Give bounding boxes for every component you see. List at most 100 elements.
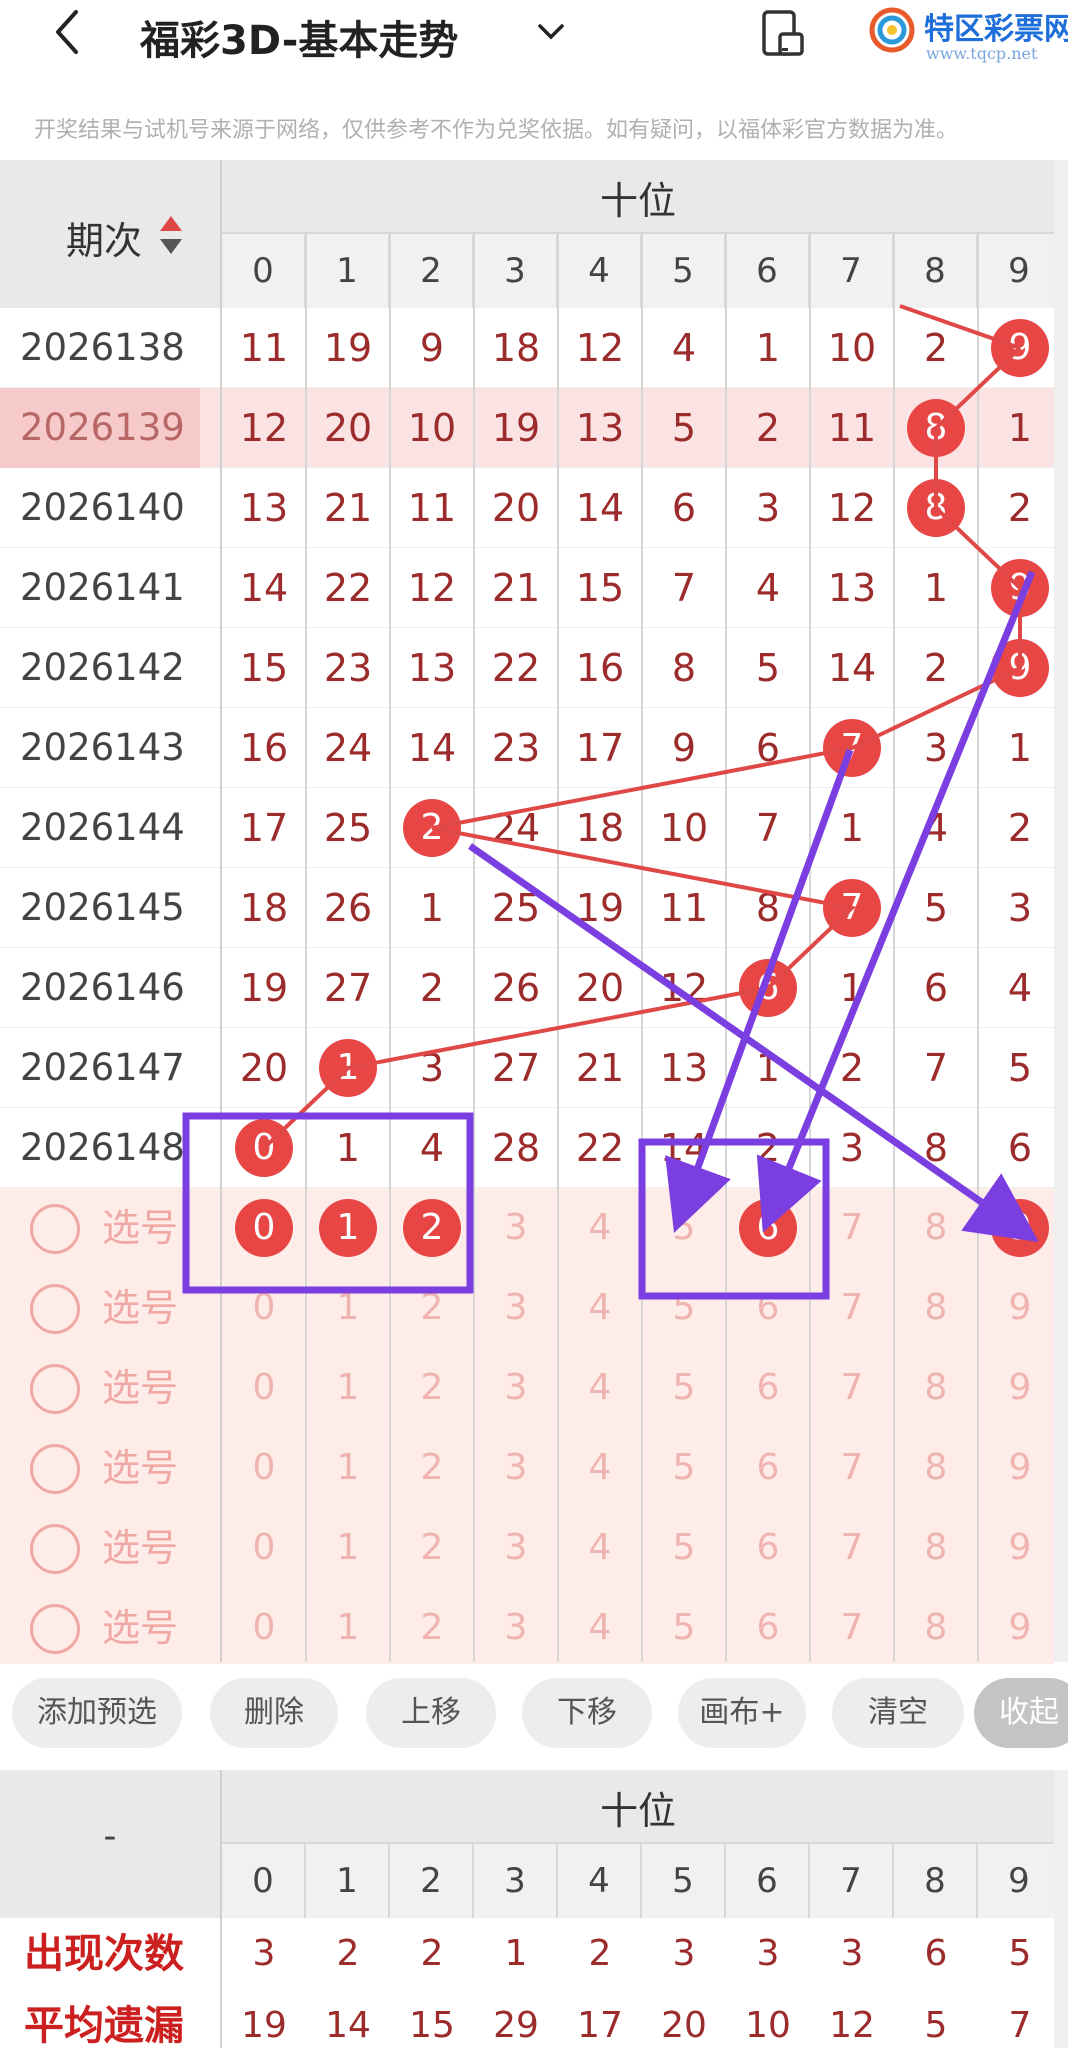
pick-digit[interactable]: 8 [894,1268,978,1348]
pick-digit[interactable]: 2 [390,1508,474,1588]
column-divider [557,234,559,1662]
pick-digit[interactable]: 1 [306,1588,390,1668]
pick-digit[interactable]: 3 [474,1348,558,1428]
pick-digit[interactable]: 5 [642,1508,726,1588]
pick-digit[interactable]: 0 [222,1348,306,1428]
selected-pick-ball[interactable]: 6 [739,1199,797,1257]
pick-digit[interactable]: 5 [642,1588,726,1668]
pick-digit[interactable]: 7 [810,1348,894,1428]
pick-digit[interactable]: 7 [810,1268,894,1348]
scroll-edge [1054,1770,1068,2048]
pick-digit[interactable]: 6 [726,1268,810,1348]
pick-digit[interactable]: 4 [558,1268,642,1348]
pick-digit[interactable]: 1 [306,1508,390,1588]
pick-digit[interactable]: 9 [978,1428,1062,1508]
pick-digit[interactable]: 3 [474,1188,558,1268]
pick-digit[interactable]: 0 [222,1268,306,1348]
pick-radio[interactable] [30,1604,80,1654]
miss-count: 2 [755,406,781,450]
selected-pick-ball[interactable]: 2 [403,1199,461,1257]
column-divider [305,234,307,1662]
selected-pick-ball[interactable]: 1 [319,1199,377,1257]
miss-count: 4 [923,806,949,850]
pick-digit[interactable]: 4 [558,1428,642,1508]
pick-digit[interactable]: 9 [978,1268,1062,1348]
pick-digit[interactable]: 5 [642,1268,726,1348]
pick-digit[interactable]: 1 [306,1348,390,1428]
canvas-add-button[interactable]: 画布+ [678,1678,806,1748]
issue-column-header[interactable]: 期次 [0,160,220,308]
miss-count: 3 [419,1046,445,1090]
pick-digit[interactable]: 2 [390,1268,474,1348]
pick-digit[interactable]: 3 [474,1268,558,1348]
clear-button[interactable]: 清空 [832,1678,964,1748]
pick-digit[interactable]: 5 [642,1428,726,1508]
table-row: 2026140 13 21 11 20 14 6 3 12 8 2 [0,468,1054,548]
pick-digit[interactable]: 1 [306,1268,390,1348]
pick-radio[interactable] [30,1524,80,1574]
pick-digit[interactable]: 2 [390,1588,474,1668]
table-row: 2026143 16 24 14 23 17 9 6 7 3 1 [0,708,1054,788]
pick-digit[interactable]: 0 [222,1428,306,1508]
pick-digit[interactable]: 3 [474,1588,558,1668]
miss-count: 17 [575,726,625,770]
chevron-down-icon[interactable] [534,14,568,48]
pick-digit[interactable]: 8 [894,1348,978,1428]
pick-digit[interactable]: 3 [474,1428,558,1508]
pick-radio[interactable] [30,1204,80,1254]
pick-digit[interactable]: 4 [558,1188,642,1268]
digit-header: 6 [726,234,810,308]
pick-digit[interactable]: 0 [222,1588,306,1668]
tens-group-label: 十位 [599,179,676,223]
move-down-button[interactable]: 下移 [522,1678,652,1748]
pick-digit[interactable]: 7 [810,1428,894,1508]
pick-digit[interactable]: 8 [894,1508,978,1588]
move-up-button[interactable]: 上移 [366,1678,496,1748]
selected-pick-ball[interactable]: 9 [991,1199,1049,1257]
pick-digit[interactable]: 7 [810,1588,894,1668]
pick-digit[interactable]: 4 [558,1508,642,1588]
pick-digit[interactable]: 3 [474,1508,558,1588]
pick-digit[interactable]: 6 [726,1428,810,1508]
add-preselect-button[interactable]: 添加预选 [12,1678,182,1748]
sort-icon[interactable] [158,212,184,258]
pick-digit[interactable]: 8 [894,1588,978,1668]
miss-count: 2 [923,326,949,370]
selected-pick-ball[interactable]: 0 [235,1199,293,1257]
pick-digit[interactable]: 8 [894,1428,978,1508]
pick-radio[interactable] [30,1364,80,1414]
pick-label: 选号 [102,1526,179,1570]
pick-digit[interactable]: 7 [810,1188,894,1268]
stats-digit-header: 0 [222,1844,306,1918]
collapse-button[interactable]: 收起 [974,1678,1068,1748]
back-arrow-icon[interactable] [48,4,98,64]
pick-radio[interactable] [30,1284,80,1334]
delete-button[interactable]: 删除 [210,1678,338,1748]
miss-count: 2 [419,966,445,1010]
pick-radio[interactable] [30,1444,80,1494]
pick-digit[interactable]: 0 [222,1508,306,1588]
pick-digit[interactable]: 9 [978,1508,1062,1588]
hit-ball: 9 [991,319,1049,377]
miss-count: 13 [239,486,289,530]
pick-digit[interactable]: 4 [558,1348,642,1428]
pick-digit[interactable]: 8 [894,1188,978,1268]
pick-digit[interactable]: 1 [306,1428,390,1508]
pick-digit[interactable]: 6 [726,1588,810,1668]
pick-digit[interactable]: 6 [726,1508,810,1588]
pick-digit[interactable]: 2 [390,1348,474,1428]
pick-digit[interactable]: 9 [978,1348,1062,1428]
pick-digit[interactable]: 2 [390,1428,474,1508]
hit-ball: 0 [235,1119,293,1177]
stats-value: 5 [924,2005,948,2046]
site-logo: 特区彩票网 www.tqcp.net [868,2,1068,66]
pick-digit[interactable]: 9 [978,1588,1062,1668]
pick-digit[interactable]: 6 [726,1348,810,1428]
pick-digit[interactable]: 7 [810,1508,894,1588]
miss-count: 1 [1007,406,1033,450]
landscape-mode-icon[interactable] [760,8,806,58]
pick-digit[interactable]: 5 [642,1188,726,1268]
pick-digit[interactable]: 4 [558,1588,642,1668]
pick-digit[interactable]: 5 [642,1348,726,1428]
miss-count: 22 [323,566,373,610]
